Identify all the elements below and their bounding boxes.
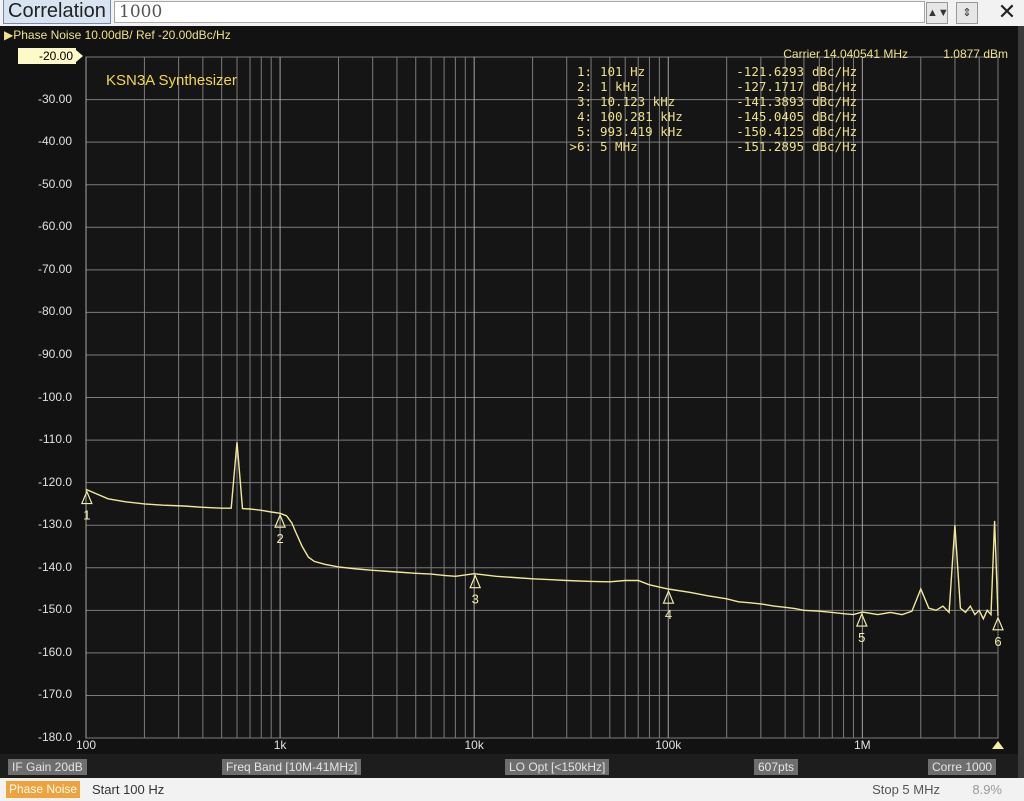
y-tick-label: -140.0 bbox=[37, 559, 72, 574]
trace-header[interactable]: ▶Phase Noise 10.00dB/ Ref -20.00dBc/Hz bbox=[4, 28, 231, 42]
marker-label: 6 bbox=[994, 634, 1001, 649]
marker-unit: dBc/Hz bbox=[812, 139, 858, 154]
footer-bar: Phase Noise Start 100 Hz Stop 5 MHz 8.9% bbox=[0, 778, 1024, 801]
y-tick-label: -150.0 bbox=[37, 602, 72, 617]
marker-freq: 993.419 kHz bbox=[600, 124, 683, 139]
y-tick-label: -80.00 bbox=[37, 304, 72, 319]
marker-row[interactable]: 3: 10.123 kHz -141.3893 dBc/Hz bbox=[548, 94, 857, 109]
y-tick-label: -100.0 bbox=[37, 389, 72, 404]
marker-freq: 10.123 kHz bbox=[600, 94, 676, 109]
marker-unit: dBc/Hz bbox=[812, 64, 858, 79]
marker-row[interactable]: 1: 101 Hz -121.6293 dBc/Hz bbox=[548, 64, 857, 79]
marker-label: 3 bbox=[472, 592, 479, 607]
y-tick-label: -40.00 bbox=[37, 134, 72, 149]
marker-unit: dBc/Hz bbox=[812, 94, 858, 109]
marker-row[interactable]: 2: 1 kHz -127.1717 dBc/Hz bbox=[548, 79, 857, 94]
marker-id: 2: bbox=[576, 79, 592, 94]
if-gain-status[interactable]: IF Gain 20dB bbox=[8, 759, 87, 775]
marker-label: 2 bbox=[276, 531, 283, 546]
stop-marker-icon bbox=[992, 741, 1004, 749]
extra-readout: 8.9% bbox=[972, 782, 1002, 797]
marker-value: -150.4125 bbox=[736, 124, 804, 139]
marker-row[interactable]: 4: 100.281 kHz -145.0405 dBc/Hz bbox=[548, 109, 857, 124]
marker-id: 1: bbox=[576, 64, 592, 79]
x-tick-label: 1k bbox=[274, 738, 288, 752]
x-tick-label: 10k bbox=[464, 738, 484, 752]
ref-level-marker[interactable]: -20.00 bbox=[18, 48, 76, 64]
marker-table: 1: 101 Hz -121.6293 dBc/Hz 2: 1 kHz -127.1717 d… bbox=[548, 64, 857, 154]
y-tick-label: -110.0 bbox=[38, 432, 72, 447]
marker-row[interactable]: >6: 5 MHz -151.2895 dBc/Hz bbox=[548, 139, 857, 154]
status-bar: IF Gain 20dB Freq Band [10M-41MHz] LO Op… bbox=[0, 754, 1018, 778]
marker-label: 5 bbox=[858, 630, 865, 645]
marker-id: 3: bbox=[576, 94, 592, 109]
start-frequency[interactable]: Start 100 Hz bbox=[92, 781, 164, 798]
marker-freq: 1 kHz bbox=[600, 79, 638, 94]
marker-unit: dBc/Hz bbox=[812, 109, 858, 124]
y-tick-label: -60.00 bbox=[37, 219, 72, 234]
y-tick-label: -130.0 bbox=[37, 517, 72, 532]
y-tick-label: -50.00 bbox=[37, 176, 72, 191]
marker-id: 5: bbox=[576, 124, 592, 139]
phase-noise-plot: 1 2 3 4 5 6 100 1k 10k 100k 1M bbox=[76, 56, 1004, 752]
x-tick-label: 100k bbox=[655, 738, 682, 752]
y-tick-label: -90.00 bbox=[37, 346, 72, 361]
x-tick-label: 100 bbox=[76, 738, 96, 752]
freq-band-status[interactable]: Freq Band [10M-41MHz] bbox=[222, 759, 362, 775]
marker-freq: 101 Hz bbox=[600, 64, 646, 79]
carrier-readout: Carrier 14.040541 MHz bbox=[783, 47, 908, 61]
marker-row[interactable]: 5: 993.419 kHz -150.4125 dBc/Hz bbox=[548, 124, 857, 139]
marker-id: >6: bbox=[569, 139, 592, 154]
y-tick-label: -170.0 bbox=[37, 687, 72, 702]
mode-badge[interactable]: Phase Noise bbox=[6, 781, 81, 798]
lo-opt-status[interactable]: LO Opt [<150kHz] bbox=[505, 759, 610, 775]
marker-id: 4: bbox=[576, 109, 592, 124]
y-tick-label: -120.0 bbox=[37, 474, 72, 489]
marker-unit: dBc/Hz bbox=[812, 79, 858, 94]
marker-label: 1 bbox=[83, 508, 90, 523]
y-tick-label: -70.00 bbox=[37, 261, 72, 276]
marker-unit: dBc/Hz bbox=[812, 124, 858, 139]
marker-freq: 100.281 kHz bbox=[600, 109, 683, 124]
y-tick-label: -160.0 bbox=[37, 644, 72, 659]
marker-value: -127.1717 bbox=[736, 79, 804, 94]
marker-freq: 5 MHz bbox=[600, 139, 638, 154]
marker-value: -141.3893 bbox=[736, 94, 804, 109]
points-status[interactable]: 607pts bbox=[754, 759, 799, 775]
corre-status[interactable]: Corre 1000 bbox=[928, 759, 997, 775]
y-tick-label: -30.00 bbox=[37, 91, 72, 106]
marker-label: 4 bbox=[665, 607, 672, 622]
x-tick-label: 1M bbox=[854, 738, 871, 752]
y-tick-label: -180.0 bbox=[37, 730, 72, 744]
chart-title: KSN3A Synthesizer bbox=[106, 72, 237, 89]
stop-frequency[interactable]: Stop 5 MHz bbox=[872, 781, 940, 798]
ref-level-arrow-icon bbox=[76, 50, 83, 62]
carrier-power-readout: 1.0877 dBm bbox=[943, 47, 1008, 61]
marker-value: -145.0405 bbox=[736, 109, 804, 124]
marker-value: -121.6293 bbox=[736, 64, 804, 79]
marker-value: -151.2895 bbox=[736, 139, 804, 154]
